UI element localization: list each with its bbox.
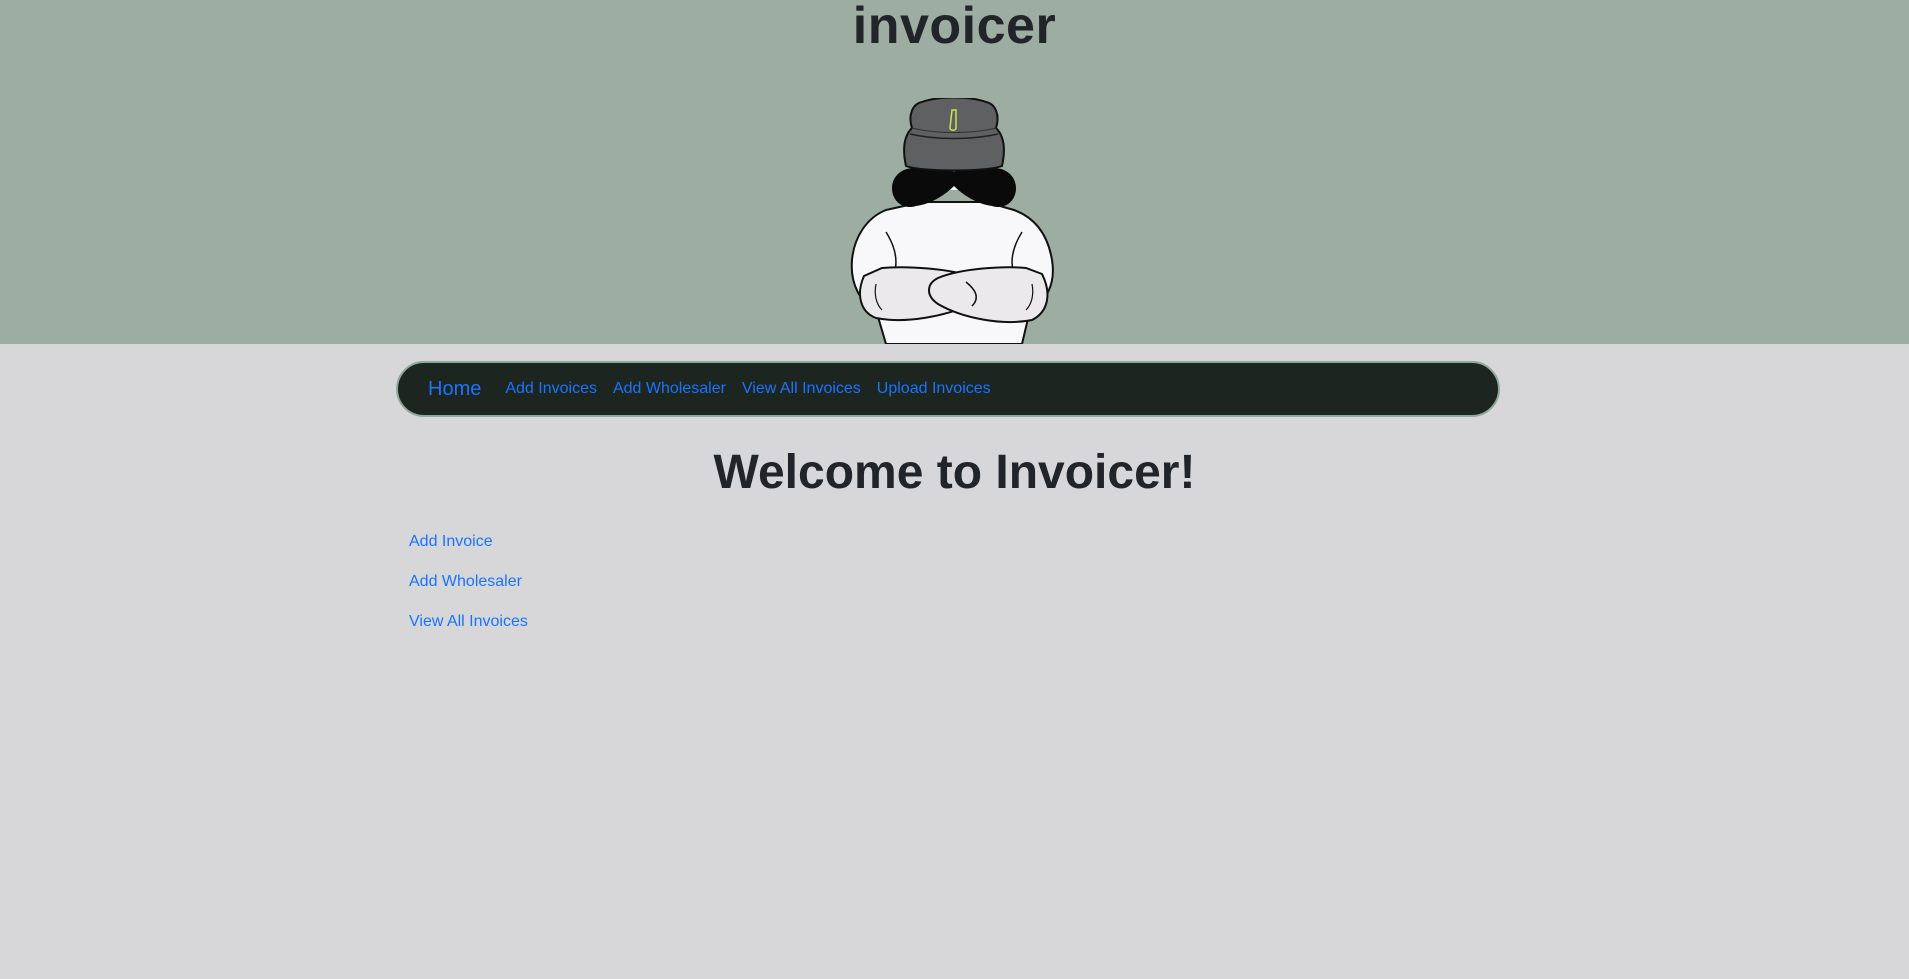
- nav-add-invoices-link[interactable]: Add Invoices: [505, 380, 597, 398]
- nav-add-wholesaler-link[interactable]: Add Wholesaler: [613, 380, 726, 398]
- add-wholesaler-link[interactable]: Add Wholesaler: [409, 572, 528, 612]
- nav-upload-invoices-link[interactable]: Upload Invoices: [877, 380, 991, 398]
- main-navbar: Home Add Invoices Add Wholesaler View Al…: [396, 361, 1500, 417]
- header-banner: invoicer: [0, 0, 1909, 344]
- nav-home-link[interactable]: Home: [428, 378, 481, 401]
- view-all-invoices-link[interactable]: View All Invoices: [409, 612, 528, 652]
- site-title: invoicer: [852, 0, 1057, 55]
- welcome-heading: Welcome to Invoicer!: [713, 446, 1196, 499]
- quick-links-list: Add Invoice Add Wholesaler View All Invo…: [409, 532, 528, 652]
- mascot-logo: [850, 98, 1054, 344]
- add-invoice-link[interactable]: Add Invoice: [409, 532, 528, 572]
- nav-view-all-invoices-link[interactable]: View All Invoices: [742, 380, 861, 398]
